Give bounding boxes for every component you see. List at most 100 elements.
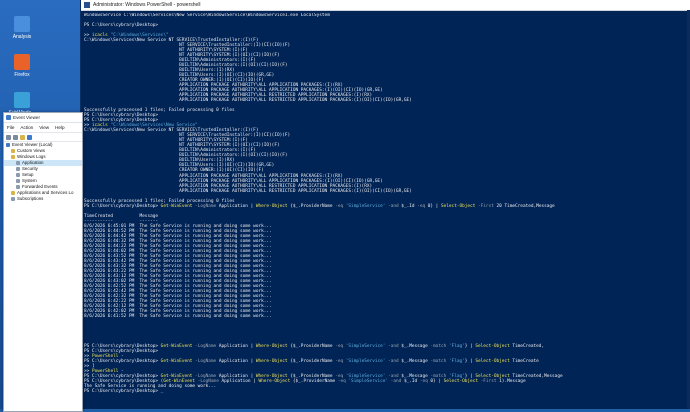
console-text: WindowsService C:\Windows\Services\New S… <box>84 13 330 18</box>
event-viewer-titlebar[interactable]: Event Viewer <box>4 113 82 123</box>
console-text: TimeCreate <box>509 359 539 365</box>
console-text: Where-Object <box>255 344 288 350</box>
log-icon <box>16 161 20 165</box>
tree-item-label: Subscriptions <box>17 196 44 201</box>
console-text: {$_.ProviderName <box>290 379 338 385</box>
app-icon <box>14 54 30 70</box>
log-icon <box>11 197 15 201</box>
event-viewer-icon <box>6 115 11 120</box>
help-icon[interactable] <box>27 134 32 140</box>
log-icon <box>11 191 15 195</box>
console-text: TimeCreated, <box>509 344 545 350</box>
console-text: -eq <box>335 359 344 365</box>
console-text: PS C:\Users\cybrary\Desktop> _ <box>84 389 164 395</box>
powershell-title: Administrator: Windows PowerShell - powe… <box>93 2 201 8</box>
console-text: {$_.ProviderName <box>287 203 336 209</box>
powershell-console[interactable]: WindowsService C:\Windows\Services\New S… <box>84 13 687 409</box>
desktop-icon[interactable]: Firefox <box>4 54 40 78</box>
log-icon <box>6 143 10 147</box>
console-text: Select-Object <box>440 203 476 209</box>
console-text: -and <box>390 379 402 385</box>
menu-help[interactable]: Help <box>52 125 67 130</box>
console-text: APPLICATION PACKAGE AUTHORITY\ALL RESTRI… <box>84 98 412 104</box>
console-text: -eq <box>335 344 344 350</box>
console-text: -and <box>388 344 399 350</box>
console-text: -eq <box>335 203 344 209</box>
console-text: APPLICATION PACKAGE AUTHORITY\ALL RESTRI… <box>84 188 412 194</box>
console-text: Where-Object <box>258 379 291 385</box>
folder-icon[interactable] <box>20 134 25 140</box>
console-line: PS C:\Users\cybrary\Desktop> _ <box>84 389 687 394</box>
log-icon <box>16 179 20 183</box>
console-text: Application | <box>216 203 256 209</box>
back-icon[interactable] <box>6 134 11 140</box>
console-text: -eq <box>337 379 346 385</box>
event-viewer-title: Event Viewer <box>13 115 40 120</box>
console-text: -LogName <box>192 359 217 365</box>
console-text: -and <box>388 203 399 209</box>
powershell-icon <box>84 2 90 8</box>
console-text: -match <box>430 344 447 350</box>
console-text: Application | <box>216 359 256 365</box>
console-text: -LogName <box>192 344 217 350</box>
tree-item[interactable]: Subscriptions <box>4 196 82 202</box>
app-icon <box>14 16 30 32</box>
console-text: -match <box>430 359 447 365</box>
console-text: -LogName <box>192 203 217 209</box>
console-text: PS C:\Users\cybrary\Desktop> <box>84 359 161 365</box>
console-text: 0} | <box>427 379 444 385</box>
app-icon <box>14 92 30 108</box>
console-text: 'SimpleService' <box>343 359 389 365</box>
console-text: {$_.ProviderName <box>287 359 336 365</box>
console-text: Get-WinEvent <box>160 359 193 365</box>
console-text: 'SimpleService' <box>343 203 389 209</box>
console-text: -eq <box>419 379 428 385</box>
log-icon <box>11 149 15 153</box>
console-text: $_.Message <box>398 359 431 365</box>
console-text: } | <box>464 344 476 350</box>
desktop-icon-label: Analysis <box>12 34 32 40</box>
console-text: Application | <box>218 379 259 385</box>
console-text: Get-WinEvent <box>160 203 193 209</box>
console-text: 0} | <box>425 203 441 209</box>
console-text: 20 TimeCreated,Message <box>493 203 555 209</box>
powershell-window[interactable]: Administrator: Windows PowerShell - powe… <box>80 0 690 409</box>
menu-bar: File Action View Help <box>4 123 82 133</box>
console-text: } | <box>464 359 476 365</box>
console-text: {$_.ProviderName <box>287 344 336 350</box>
console-text: $_.Id <box>401 379 420 385</box>
navigation-tree: Event Viewer (Local) Custom Views Windows … <box>4 142 82 411</box>
log-icon <box>16 167 20 171</box>
console-text: 'SimpleService' <box>343 344 389 350</box>
log-icon <box>16 185 20 189</box>
console-text: Select-Object <box>443 379 478 385</box>
console-text: 'Flag' <box>446 359 465 365</box>
console-text: Application | <box>216 344 256 350</box>
console-text: $_.Message <box>398 344 431 350</box>
console-text: PS C:\Users\cybrary\Desktop> <box>84 203 161 209</box>
console-text: Where-Object <box>255 203 288 209</box>
desktop-icon[interactable]: Analysis <box>4 16 40 40</box>
console-text: 1).Message <box>496 379 526 385</box>
console-text: -First <box>475 203 494 209</box>
forward-icon[interactable] <box>13 134 18 140</box>
console-text: -First <box>478 379 497 385</box>
menu-file[interactable]: File <box>4 125 17 130</box>
console-text: 'SimpleService' <box>345 379 391 385</box>
log-icon <box>11 155 15 159</box>
event-viewer-window[interactable]: Event Viewer File Action View Help Event Vi… <box>3 112 83 412</box>
console-text: Get-WinEvent <box>160 344 193 350</box>
console-text: $_.Id <box>398 203 418 209</box>
menu-view[interactable]: View <box>36 125 52 130</box>
console-text: 'Flag' <box>446 344 465 350</box>
powershell-titlebar[interactable]: Administrator: Windows PowerShell - powe… <box>81 0 690 11</box>
console-text: Where-Object <box>255 359 288 365</box>
console-text: -eq <box>417 203 426 209</box>
menu-action[interactable]: Action <box>17 125 36 130</box>
log-icon <box>16 173 20 177</box>
console-text: -and <box>388 359 399 365</box>
console-text: PS C:\Users\cybrary\Desktop> <box>84 23 159 29</box>
desktop-icon-label: Firefox <box>14 72 30 78</box>
console-text: Select-Object <box>475 359 510 365</box>
toolbar <box>4 133 82 142</box>
